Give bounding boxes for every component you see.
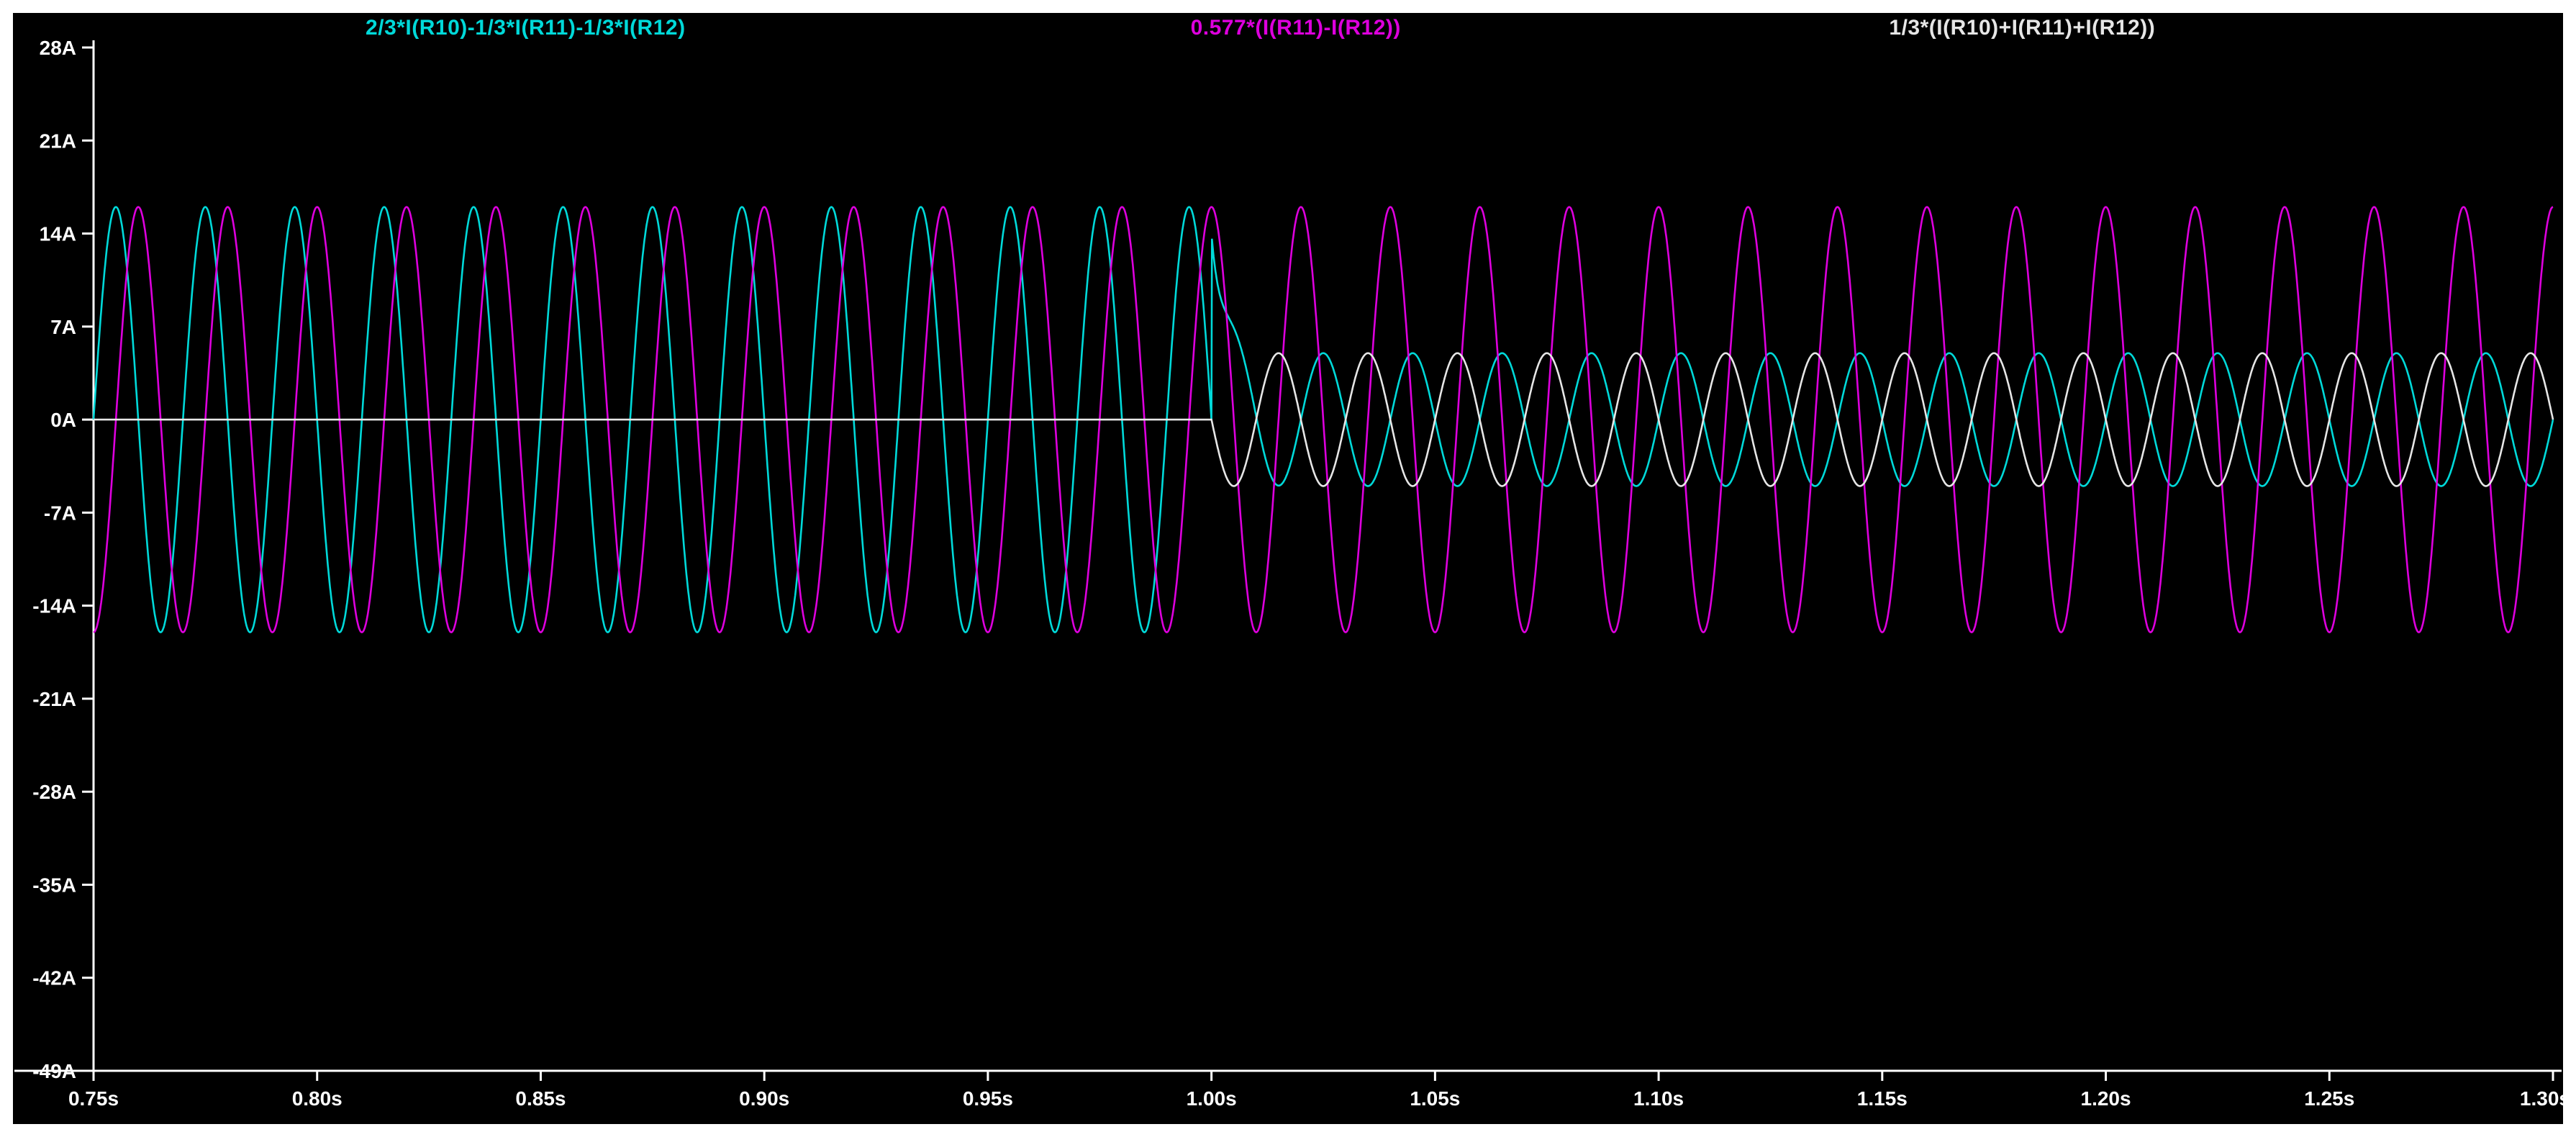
svg-text:0.80s: 0.80s [292, 1087, 343, 1110]
svg-text:21A: 21A [40, 130, 76, 152]
svg-text:-14A: -14A [32, 595, 76, 617]
svg-text:1.20s: 1.20s [2081, 1087, 2131, 1110]
waveform-viewer-window: 28A 21A 14A 7A 0A -7A -14A -21A -28A -35A -42A -49A… [0, 0, 2576, 1137]
svg-text:1.25s: 1.25s [2304, 1087, 2354, 1110]
svg-text:-49A: -49A [32, 1060, 76, 1082]
svg-text:0.75s: 0.75s [68, 1087, 119, 1110]
svg-text:0.95s: 0.95s [963, 1087, 1013, 1110]
svg-text:-35A: -35A [32, 874, 76, 896]
svg-text:-28A: -28A [32, 781, 76, 803]
trace-label-clarke-alpha[interactable]: 2/3*I(R10)-1/3*I(R11)-1/3*I(R12) [366, 16, 686, 40]
svg-text:0A: 0A [50, 409, 76, 431]
svg-text:1.30s: 1.30s [2520, 1087, 2570, 1110]
svg-text:-42A: -42A [32, 967, 76, 989]
svg-text:-21A: -21A [32, 688, 76, 710]
trace-label-zero-sequence[interactable]: 1/3*(I(R10)+I(R11)+I(R12)) [1889, 16, 2155, 40]
trace-label-clarke-beta[interactable]: 0.577*(I(R11)-I(R12)) [1191, 16, 1401, 40]
svg-text:1.00s: 1.00s [1187, 1087, 1237, 1110]
svg-text:7A: 7A [50, 316, 76, 338]
svg-text:0.90s: 0.90s [739, 1087, 789, 1110]
svg-text:1.10s: 1.10s [1633, 1087, 1684, 1110]
svg-text:14A: 14A [40, 223, 76, 245]
svg-text:1.05s: 1.05s [1410, 1087, 1460, 1110]
svg-text:-7A: -7A [44, 502, 76, 524]
svg-text:28A: 28A [40, 37, 76, 59]
waveform-plot-area[interactable]: 28A 21A 14A 7A 0A -7A -14A -21A -28A -35A -42A -49A… [0, 0, 2576, 1137]
svg-text:0.85s: 0.85s [515, 1087, 566, 1110]
svg-text:1.15s: 1.15s [1857, 1087, 1908, 1110]
